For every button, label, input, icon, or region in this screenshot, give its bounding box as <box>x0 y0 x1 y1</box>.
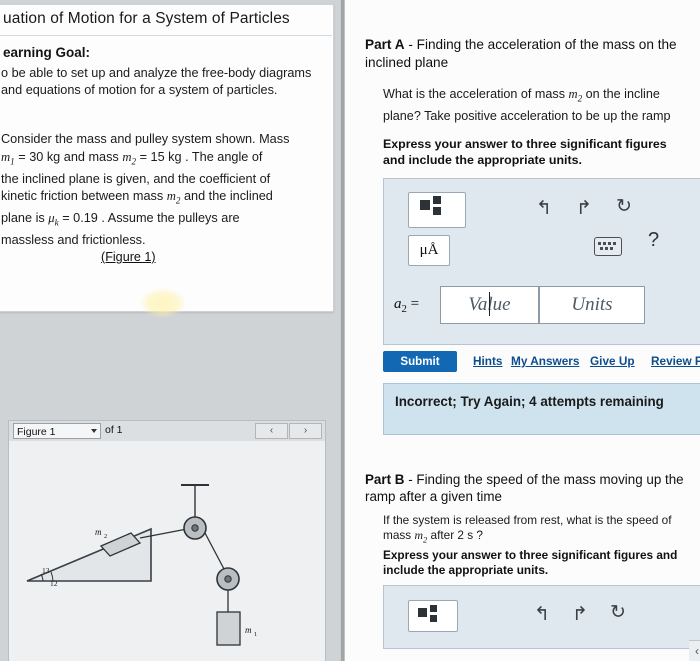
figure-count-label: of 1 <box>105 424 123 436</box>
figure-viewer: Figure 1 of 1 ‹ › 13 12 m 2 m 1 <box>8 420 326 661</box>
redo-icon-b[interactable]: ↱ <box>572 603 588 626</box>
svg-text:12: 12 <box>50 579 58 588</box>
svg-text:m: m <box>245 625 252 635</box>
part-b-question: If the system is released from rest, wha… <box>383 513 672 545</box>
figure-prev-button[interactable]: ‹ <box>255 423 288 439</box>
horizontal-scrollbar[interactable]: ‹ <box>689 640 700 661</box>
mu-angstrom-icon[interactable]: μÅ <box>408 235 450 266</box>
figure-select-value: Figure 1 <box>17 426 56 438</box>
figure-nav: ‹ › <box>255 423 323 439</box>
answer-symbol: a2 = a2 = <box>394 296 420 315</box>
part-a-answer-panel: μÅ ↰ ↱ ↻ ? a2 = a2 = Value Units <box>383 178 700 345</box>
chevron-down-icon <box>91 429 97 433</box>
part-a-answer-row: a2 = a2 = Value Units <box>384 286 700 326</box>
my-answers-link[interactable]: My Answers <box>511 354 579 368</box>
answer-units-placeholder: Units <box>571 294 613 315</box>
figure-canvas: 13 12 m 2 m 1 <box>9 441 325 661</box>
svg-text:13: 13 <box>42 566 50 575</box>
problem-line-4: kinetic friction between mass <box>1 189 164 204</box>
figure-1-link[interactable]: (Figure 1) <box>101 250 156 264</box>
text-caret <box>489 292 490 316</box>
part-a-instruction: Express your answer to three significant… <box>383 137 667 167</box>
part-b-instruction: Express your answer to three significant… <box>383 548 678 577</box>
hints-link[interactable]: Hints <box>473 354 503 368</box>
part-b-label: Part B <box>365 472 405 487</box>
answer-value-input[interactable]: Value <box>440 286 539 324</box>
problem-line-5b: = 0.19 . Assume the pulleys are <box>62 211 240 226</box>
part-b-heading: Part B - Finding the speed of the mass m… <box>365 471 695 505</box>
template-icon-b[interactable] <box>408 600 458 632</box>
svg-text:1: 1 <box>254 631 257 638</box>
page-root: uation of Motion for a System of Particl… <box>0 0 700 661</box>
give-up-link[interactable]: Give Up <box>590 354 635 368</box>
redo-icon[interactable]: ↱ <box>576 197 592 220</box>
part-a-heading: Part A - Finding the acceleration of the… <box>365 36 695 72</box>
symbol-m2-b: m2 <box>166 189 181 206</box>
symbol-m1: m1 <box>1 149 15 167</box>
left-column: uation of Motion for a System of Particl… <box>0 0 340 661</box>
problem-description: Consider the mass and pulley system show… <box>1 131 321 250</box>
review-part-link[interactable]: Review P <box>651 354 700 368</box>
keyboard-icon[interactable] <box>594 237 622 256</box>
figure-select[interactable]: Figure 1 <box>13 423 101 439</box>
figure-viewer-toolbar: Figure 1 of 1 ‹ › <box>9 421 325 442</box>
template-icon[interactable] <box>408 192 466 228</box>
svg-text:m: m <box>95 527 102 537</box>
part-b-dash: - <box>408 472 413 487</box>
page-title: uation of Motion for a System of Particl… <box>3 10 290 27</box>
part-b-answer-panel: ↰ ↱ ↻ <box>383 585 700 649</box>
feedback-text: Incorrect; Try Again; 4 attempts remaini… <box>395 394 664 409</box>
answer-units-input[interactable]: Units <box>539 286 645 324</box>
problem-line-6: massless and frictionless. <box>1 233 146 248</box>
part-b-title-text: Finding the speed of the mass moving up … <box>365 472 684 504</box>
learning-goal-text: o be able to set up and analyze the free… <box>1 66 312 97</box>
part-a-label: Part A <box>365 37 405 52</box>
problem-line-5: plane is <box>1 211 45 226</box>
problem-statement-card: uation of Motion for a System of Particl… <box>0 4 334 312</box>
reset-icon[interactable]: ↻ <box>616 195 632 218</box>
symbol-mu-k: μk <box>48 211 59 228</box>
problem-line-2b: = 15 kg . The angle of <box>139 149 263 164</box>
scroll-left-arrow[interactable]: ‹ <box>695 644 699 658</box>
undo-icon[interactable]: ↰ <box>536 197 552 220</box>
undo-icon-b[interactable]: ↰ <box>534 603 550 626</box>
title-divider <box>0 35 332 36</box>
reset-icon-b[interactable]: ↻ <box>610 601 626 624</box>
problem-line-3: the inclined plane is given, and the coe… <box>1 171 271 186</box>
part-a-action-row: Submit Hints My Answers Give Up Review P <box>383 351 700 373</box>
figure-next-button[interactable]: › <box>289 423 322 439</box>
problem-line-1: Consider the mass and pulley system show… <box>1 132 290 146</box>
part-a-question: What is the acceleration of mass m2 on t… <box>383 87 671 123</box>
learning-goal-heading: earning Goal: <box>3 45 91 60</box>
symbol-m2: m2 <box>122 149 137 167</box>
part-a-dash: - <box>408 37 413 52</box>
problem-line-2: = 30 kg and mass <box>18 149 119 164</box>
svg-text:2: 2 <box>104 533 107 540</box>
help-icon[interactable]: ? <box>648 229 659 252</box>
right-column: Part A - Finding the acceleration of the… <box>344 0 700 661</box>
part-a-feedback: Incorrect; Try Again; 4 attempts remaini… <box>383 383 700 435</box>
submit-button[interactable]: Submit <box>383 351 457 372</box>
pulley-system-diagram: 13 12 m 2 m 1 <box>26 484 257 646</box>
problem-line-4b: and the inclined <box>183 189 273 204</box>
